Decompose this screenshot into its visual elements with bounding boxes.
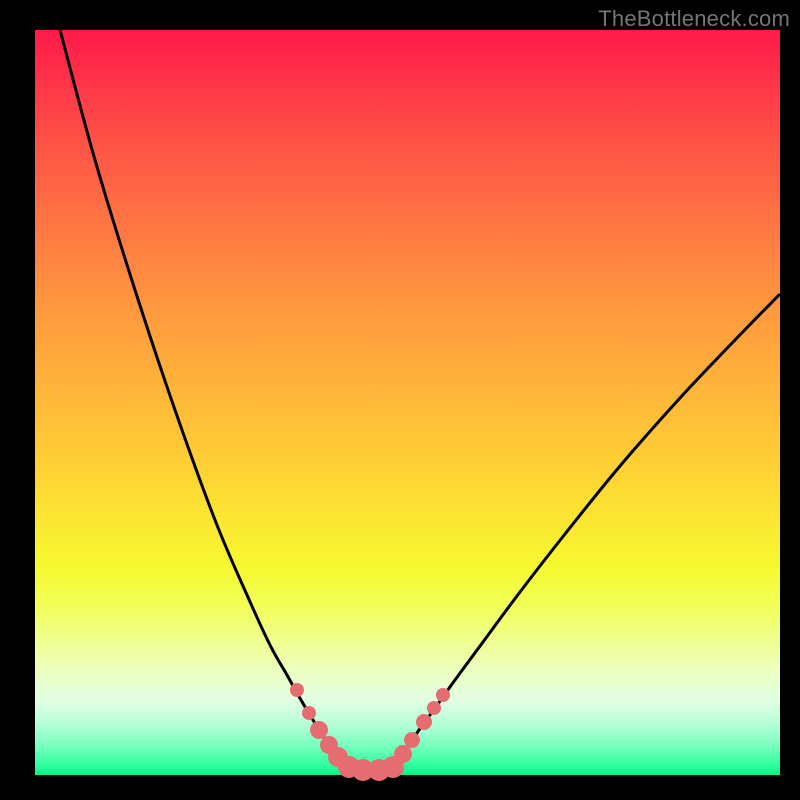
chart-svg — [35, 30, 780, 775]
data-marker — [302, 706, 316, 720]
data-marker — [394, 745, 412, 763]
curve-curve-left — [60, 30, 347, 771]
data-marker — [290, 683, 304, 697]
curve-curve-right — [392, 295, 779, 771]
data-marker — [404, 732, 420, 748]
chart-frame: TheBottleneck.com — [0, 0, 800, 800]
plot-area — [35, 30, 780, 775]
data-marker — [427, 701, 441, 715]
data-marker — [416, 714, 432, 730]
data-marker — [436, 688, 450, 702]
data-marker — [310, 721, 328, 739]
watermark-text: TheBottleneck.com — [598, 6, 790, 32]
